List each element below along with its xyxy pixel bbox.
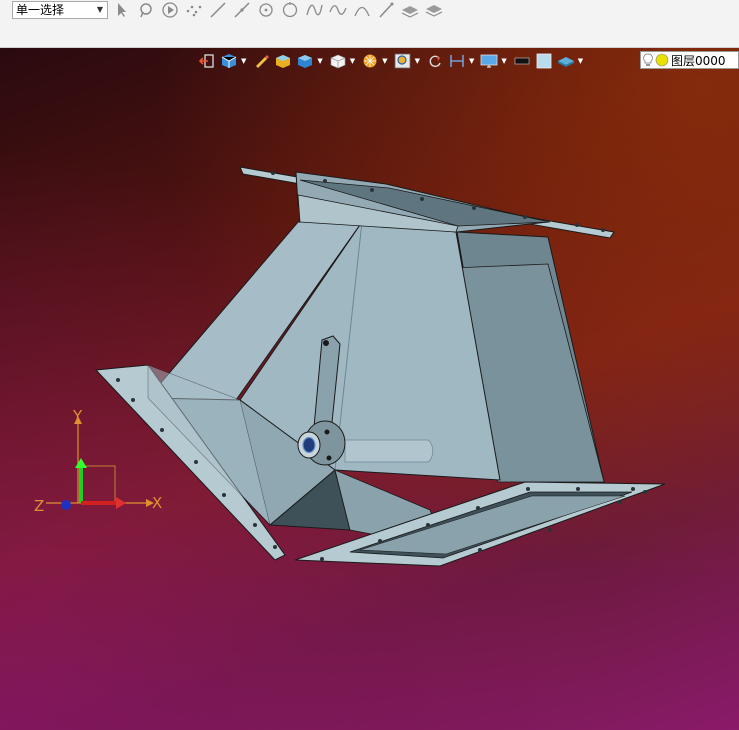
layers-stack-icon[interactable] [400,1,420,19]
x-axis-label: X [152,494,162,512]
select-arrow-icon[interactable] [112,1,132,19]
arc-icon[interactable] [352,1,372,19]
y-axis-label: Y [72,407,83,425]
point-cloud-icon[interactable] [184,1,204,19]
layers-flat-icon[interactable] [424,1,444,19]
line-icon[interactable] [208,1,228,19]
chevron-down-icon: ▼ [96,5,103,14]
slash-line-icon[interactable] [376,1,396,19]
circle-center-icon[interactable] [256,1,276,19]
z-axis-label: Z [34,497,44,515]
main-toolbar: 单一选择 ▼ [0,0,739,48]
axis-triad: Y X Z [34,407,162,515]
wave-curve-icon[interactable] [328,1,348,19]
spline-icon[interactable] [304,1,324,19]
selection-mode-label: 单一选择 [16,3,65,17]
selection-mode-dropdown[interactable]: 单一选择 ▼ [12,1,108,19]
circle-icon[interactable] [280,1,300,19]
play-circle-icon[interactable] [160,1,180,19]
line-diagonal-icon[interactable] [232,1,252,19]
3d-viewport[interactable]: ▼ ▼ ▼ ▼ ▼ ▼ ▼ ▼ 图层0000 Y X Z [0,48,739,730]
select-lasso-icon[interactable] [136,1,156,19]
